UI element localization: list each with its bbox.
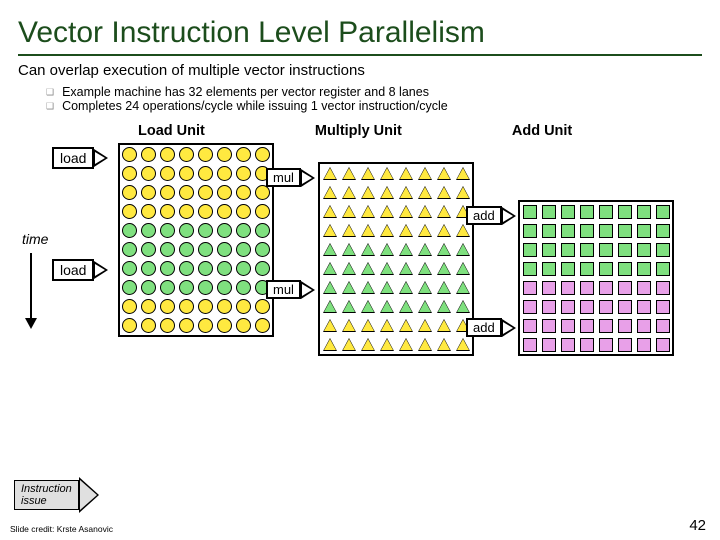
subtitle: Can overlap execution of multiple vector…: [18, 62, 702, 79]
label-text: mul: [273, 282, 294, 297]
arrow-right-icon: [79, 477, 99, 513]
slide-credit: Slide credit: Krste Asanovic: [10, 524, 113, 534]
label-text: load: [60, 150, 86, 166]
bullet-item: Completes 24 operations/cycle while issu…: [46, 99, 702, 113]
mul-label-2: mul: [266, 280, 301, 299]
time-arrow-icon: [30, 253, 32, 319]
multiply-unit-grid: [318, 162, 474, 356]
page-number: 42: [689, 517, 706, 534]
mul-label-1: mul: [266, 168, 301, 187]
instruction-issue-arrow: Instruction issue: [14, 480, 79, 510]
arrow-right-icon: [301, 169, 315, 187]
load-unit-grid: [118, 143, 274, 337]
label-text: add: [473, 320, 495, 335]
arrow-right-icon: [94, 261, 108, 279]
time-axis-label: time: [22, 231, 48, 247]
add-unit-label: Add Unit: [512, 123, 572, 139]
bullet-list: Example machine has 32 elements per vect…: [46, 85, 702, 113]
label-text: add: [473, 208, 495, 223]
pipeline-diagram: time load load mul mul add add: [18, 141, 702, 421]
load-unit-label: Load Unit: [138, 123, 205, 139]
add-label-1: add: [466, 206, 502, 225]
issue-text-line2: issue: [21, 495, 72, 507]
multiply-unit-label: Multiply Unit: [315, 123, 402, 139]
page-title: Vector Instruction Level Parallelism: [18, 16, 702, 50]
bullet-text: Example machine has 32 elements per vect…: [62, 85, 429, 99]
bullet-item: Example machine has 32 elements per vect…: [46, 85, 702, 99]
label-text: mul: [273, 170, 294, 185]
load-label-1: load: [52, 147, 94, 169]
unit-labels-row: Load Unit Multiply Unit Add Unit: [138, 123, 702, 139]
bullet-text: Completes 24 operations/cycle while issu…: [62, 99, 448, 113]
label-text: load: [60, 262, 86, 278]
arrow-right-icon: [502, 207, 516, 225]
arrow-right-icon: [94, 149, 108, 167]
issue-text-line1: Instruction: [21, 483, 72, 495]
title-rule: [18, 54, 702, 56]
add-label-2: add: [466, 318, 502, 337]
arrow-right-icon: [301, 281, 315, 299]
arrow-right-icon: [502, 319, 516, 337]
add-unit-grid: [518, 200, 674, 356]
load-label-2: load: [52, 259, 94, 281]
